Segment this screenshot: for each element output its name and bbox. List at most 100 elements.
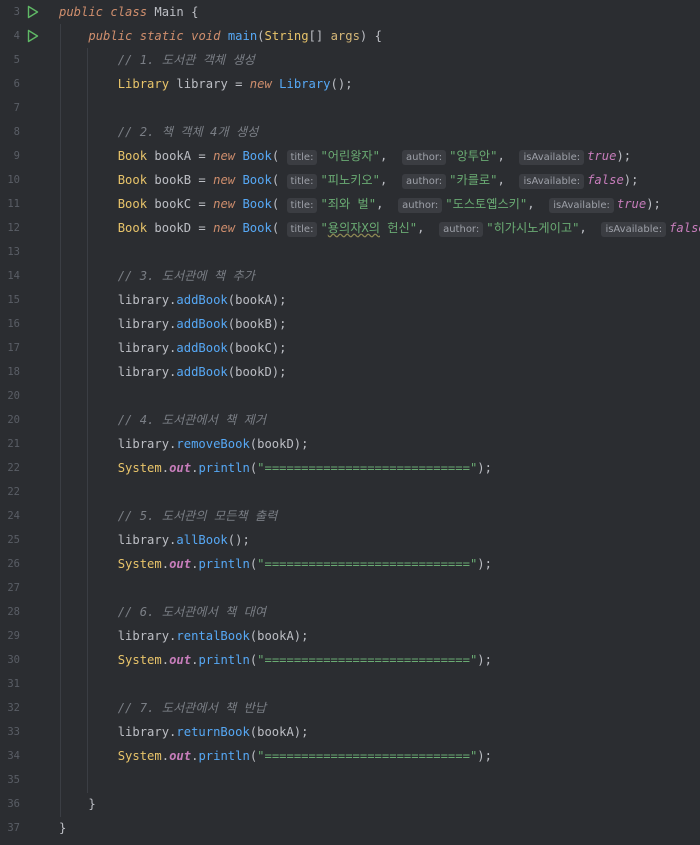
code-line[interactable]: 20 // 4. 도서관에서 책 제거 bbox=[0, 408, 700, 432]
run-triangle-icon[interactable] bbox=[27, 5, 39, 19]
code-token: Main { bbox=[147, 5, 199, 19]
string-token: "어린왕자" bbox=[320, 149, 380, 163]
parameter-hint: title: bbox=[286, 174, 318, 189]
code-line[interactable]: 14 // 3. 도서관에 책 추가 bbox=[0, 264, 700, 288]
parameter-token: args bbox=[330, 29, 360, 43]
line-number: 12 bbox=[7, 222, 20, 234]
code-text: Book bookC = new Book( title: "죄와 벌", aut… bbox=[59, 192, 661, 216]
method-token: removeBook bbox=[176, 437, 250, 451]
code-line[interactable]: 24 // 5. 도서관의 모든책 출력 bbox=[0, 504, 700, 528]
parameter-hint: isAvailable: bbox=[519, 150, 585, 165]
type-token: Book bbox=[117, 149, 148, 163]
method-token: Book bbox=[242, 173, 272, 187]
code-line[interactable]: 15 library.addBook(bookA); bbox=[0, 288, 700, 312]
type-token: System bbox=[117, 557, 162, 571]
run-triangle-icon[interactable] bbox=[27, 29, 39, 43]
code-line[interactable]: 16 library.addBook(bookB); bbox=[0, 312, 700, 336]
code-line[interactable]: 28 // 6. 도서관에서 책 대여 bbox=[0, 600, 700, 624]
code-line[interactable]: 27 bbox=[0, 576, 700, 600]
parameter-hint: title: bbox=[286, 150, 318, 165]
code-line[interactable]: 21 library.removeBook(bookD); bbox=[0, 432, 700, 456]
code-line[interactable]: 8 // 2. 책 객체 4개 생성 bbox=[0, 120, 700, 144]
code-token: library. bbox=[59, 341, 177, 355]
string-token: "============================" bbox=[257, 749, 478, 763]
line-number: 26 bbox=[7, 558, 20, 570]
code-editor[interactable]: 3 public class Main {4 public static void… bbox=[0, 0, 700, 845]
code-line[interactable]: 10 Book bookB = new Book( title: "피노키오", … bbox=[0, 168, 700, 192]
line-number: 20 bbox=[7, 414, 20, 426]
code-line[interactable]: 4 public static void main(String[] args)… bbox=[0, 24, 700, 48]
code-line[interactable]: 34 System.out.println("=================… bbox=[0, 744, 700, 768]
string-token: "도스토옙스키" bbox=[445, 197, 528, 211]
field-token: out bbox=[169, 461, 192, 475]
line-number: 27 bbox=[7, 582, 20, 594]
code-text: library.addBook(bookD); bbox=[59, 360, 287, 384]
code-line[interactable]: 3 public class Main { bbox=[0, 0, 700, 24]
code-line[interactable]: 36 } bbox=[0, 792, 700, 816]
code-token: ); bbox=[477, 653, 492, 667]
code-token: . bbox=[161, 653, 170, 667]
method-token: println bbox=[198, 653, 250, 667]
line-number: 30 bbox=[7, 654, 20, 666]
method-token: addBook bbox=[176, 365, 228, 379]
code-token: library. bbox=[59, 629, 177, 643]
code-token: library. bbox=[59, 533, 177, 547]
code-line[interactable]: 31 bbox=[0, 672, 700, 696]
code-token: , bbox=[497, 173, 520, 187]
code-text: // 7. 도서관에서 책 반납 bbox=[59, 696, 266, 720]
code-line[interactable]: 35 bbox=[0, 768, 700, 792]
code-line[interactable]: 7 bbox=[0, 96, 700, 120]
code-line[interactable]: 13 bbox=[0, 240, 700, 264]
code-text: Book bookD = new Book( title: "용의자X의 헌신",… bbox=[59, 216, 700, 240]
code-token: (bookA); bbox=[249, 629, 309, 643]
code-token: library = bbox=[169, 77, 250, 91]
code-line[interactable]: 6 Library library = new Library(); bbox=[0, 72, 700, 96]
code-line[interactable]: 17 library.addBook(bookC); bbox=[0, 336, 700, 360]
code-token: ); bbox=[477, 461, 492, 475]
code-line[interactable]: 22 System.out.println("=================… bbox=[0, 456, 700, 480]
code-line[interactable]: 11 Book bookC = new Book( title: "죄와 벌", … bbox=[0, 192, 700, 216]
code-token: bookA = bbox=[147, 149, 214, 163]
code-line[interactable]: 9 Book bookA = new Book( title: "어린왕자", a… bbox=[0, 144, 700, 168]
code-token: (bookD); bbox=[227, 365, 287, 379]
code-text: } bbox=[59, 816, 66, 840]
code-line[interactable]: 33 library.returnBook(bookA); bbox=[0, 720, 700, 744]
code-line[interactable]: 22 bbox=[0, 480, 700, 504]
code-line[interactable]: 30 System.out.println("=================… bbox=[0, 648, 700, 672]
parameter-hint: isAvailable: bbox=[601, 222, 667, 237]
code-line[interactable]: 29 library.rentalBook(bookA); bbox=[0, 624, 700, 648]
string-token: "죄와 벌" bbox=[320, 197, 377, 211]
method-token: addBook bbox=[176, 341, 228, 355]
code-line[interactable]: 37} bbox=[0, 816, 700, 840]
string-token: "히가시노게이고" bbox=[486, 221, 580, 235]
code-line[interactable]: 25 library.allBook(); bbox=[0, 528, 700, 552]
line-number: 33 bbox=[7, 726, 20, 738]
code-text: System.out.println("====================… bbox=[59, 648, 492, 672]
keyword-token: static bbox=[139, 29, 184, 43]
code-line[interactable]: 32 // 7. 도서관에서 책 반납 bbox=[0, 696, 700, 720]
literal-token: true bbox=[587, 149, 617, 163]
code-line[interactable]: 18 library.addBook(bookD); bbox=[0, 360, 700, 384]
code-token: ( bbox=[257, 29, 265, 43]
code-line[interactable]: 12 Book bookD = new Book( title: "용의자X의 헌… bbox=[0, 216, 700, 240]
code-line[interactable]: 26 System.out.println("=================… bbox=[0, 552, 700, 576]
line-number: 6 bbox=[13, 78, 20, 90]
line-number: 13 bbox=[7, 246, 20, 258]
code-line[interactable]: 5 // 1. 도서관 객체 생성 bbox=[0, 48, 700, 72]
keyword-token: public bbox=[59, 5, 104, 19]
line-number: 20 bbox=[7, 390, 20, 402]
parameter-hint: author: bbox=[439, 222, 484, 237]
line-number: 16 bbox=[7, 318, 20, 330]
code-token: ( bbox=[271, 149, 287, 163]
line-number: 11 bbox=[7, 198, 20, 210]
type-token: System bbox=[117, 461, 162, 475]
line-number: 36 bbox=[7, 798, 20, 810]
code-line[interactable]: 20 bbox=[0, 384, 700, 408]
string-token: "============================" bbox=[257, 557, 478, 571]
